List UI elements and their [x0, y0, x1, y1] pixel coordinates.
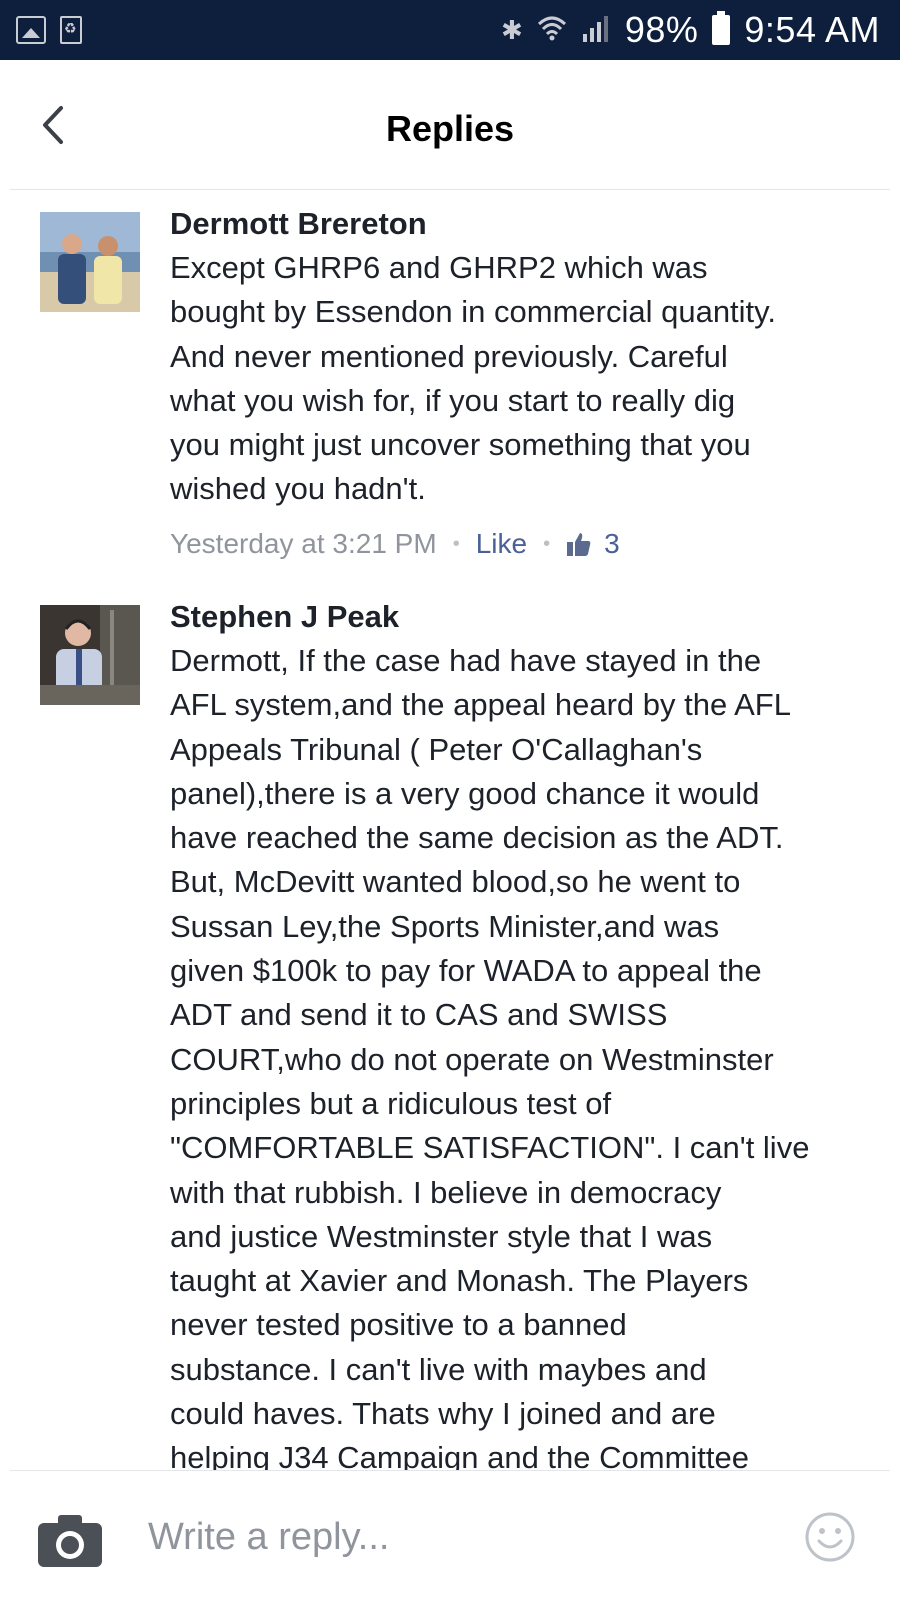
- avatar-photo: [40, 212, 140, 312]
- like-count-value: 3: [604, 527, 620, 559]
- comment-text: Dermott, If the case had have stayed in …: [170, 643, 810, 1476]
- comment-list[interactable]: Dermott Brereton Except GHRP6 and GHRP2 …: [0, 190, 900, 1530]
- comment-author[interactable]: Dermott Brereton: [170, 202, 870, 246]
- avatar[interactable]: [40, 605, 140, 705]
- signal-icon: [581, 14, 611, 46]
- thumbs-up-icon: [566, 531, 592, 557]
- battery-percentage: 98%: [624, 9, 699, 50]
- reply-composer: [0, 1471, 900, 1600]
- battery-icon: [712, 11, 731, 45]
- notification-icons: [16, 16, 82, 44]
- like-button[interactable]: Like: [476, 522, 527, 566]
- replies-sheet: Replies Dermott Brereton Except GHRP6 an…: [0, 60, 900, 1600]
- avatar-photo: [40, 605, 140, 705]
- status-bar: ✱ 98% 9:54 AM: [0, 0, 900, 60]
- bluetooth-icon: ✱: [501, 15, 523, 45]
- separator-dot: •: [543, 532, 551, 555]
- clock: 9:54 AM: [744, 9, 880, 50]
- gallery-icon: [16, 16, 46, 44]
- comment-body: Stephen J Peak Dermott, If the case had …: [170, 595, 870, 1481]
- app-screen: ✱ 98% 9:54 AM: [0, 0, 900, 1600]
- reply-input[interactable]: [148, 1507, 748, 1567]
- comment-text: Except GHRP6 and GHRP2 which was bought …: [170, 250, 776, 507]
- separator-dot: •: [452, 532, 460, 555]
- emoji-button[interactable]: [804, 1511, 856, 1563]
- replies-header: Replies: [0, 60, 900, 190]
- like-count[interactable]: 3: [566, 522, 620, 566]
- comment-timestamp[interactable]: Yesterday at 3:21 PM: [170, 522, 437, 566]
- camera-button[interactable]: [38, 1513, 102, 1567]
- wifi-icon: [537, 14, 567, 46]
- comment-body: Dermott Brereton Except GHRP6 and GHRP2 …: [170, 202, 870, 566]
- avatar[interactable]: [40, 212, 140, 312]
- camera-icon: [38, 1515, 102, 1567]
- recycle-icon: [60, 16, 82, 44]
- page-title: Replies: [385, 108, 515, 149]
- comment-author[interactable]: Stephen J Peak: [170, 595, 870, 639]
- comment-meta: Yesterday at 3:21 PM • Like • 3: [170, 522, 870, 566]
- smiley-icon: [805, 1512, 855, 1562]
- system-icons: ✱ 98% 9:54 AM: [501, 8, 880, 52]
